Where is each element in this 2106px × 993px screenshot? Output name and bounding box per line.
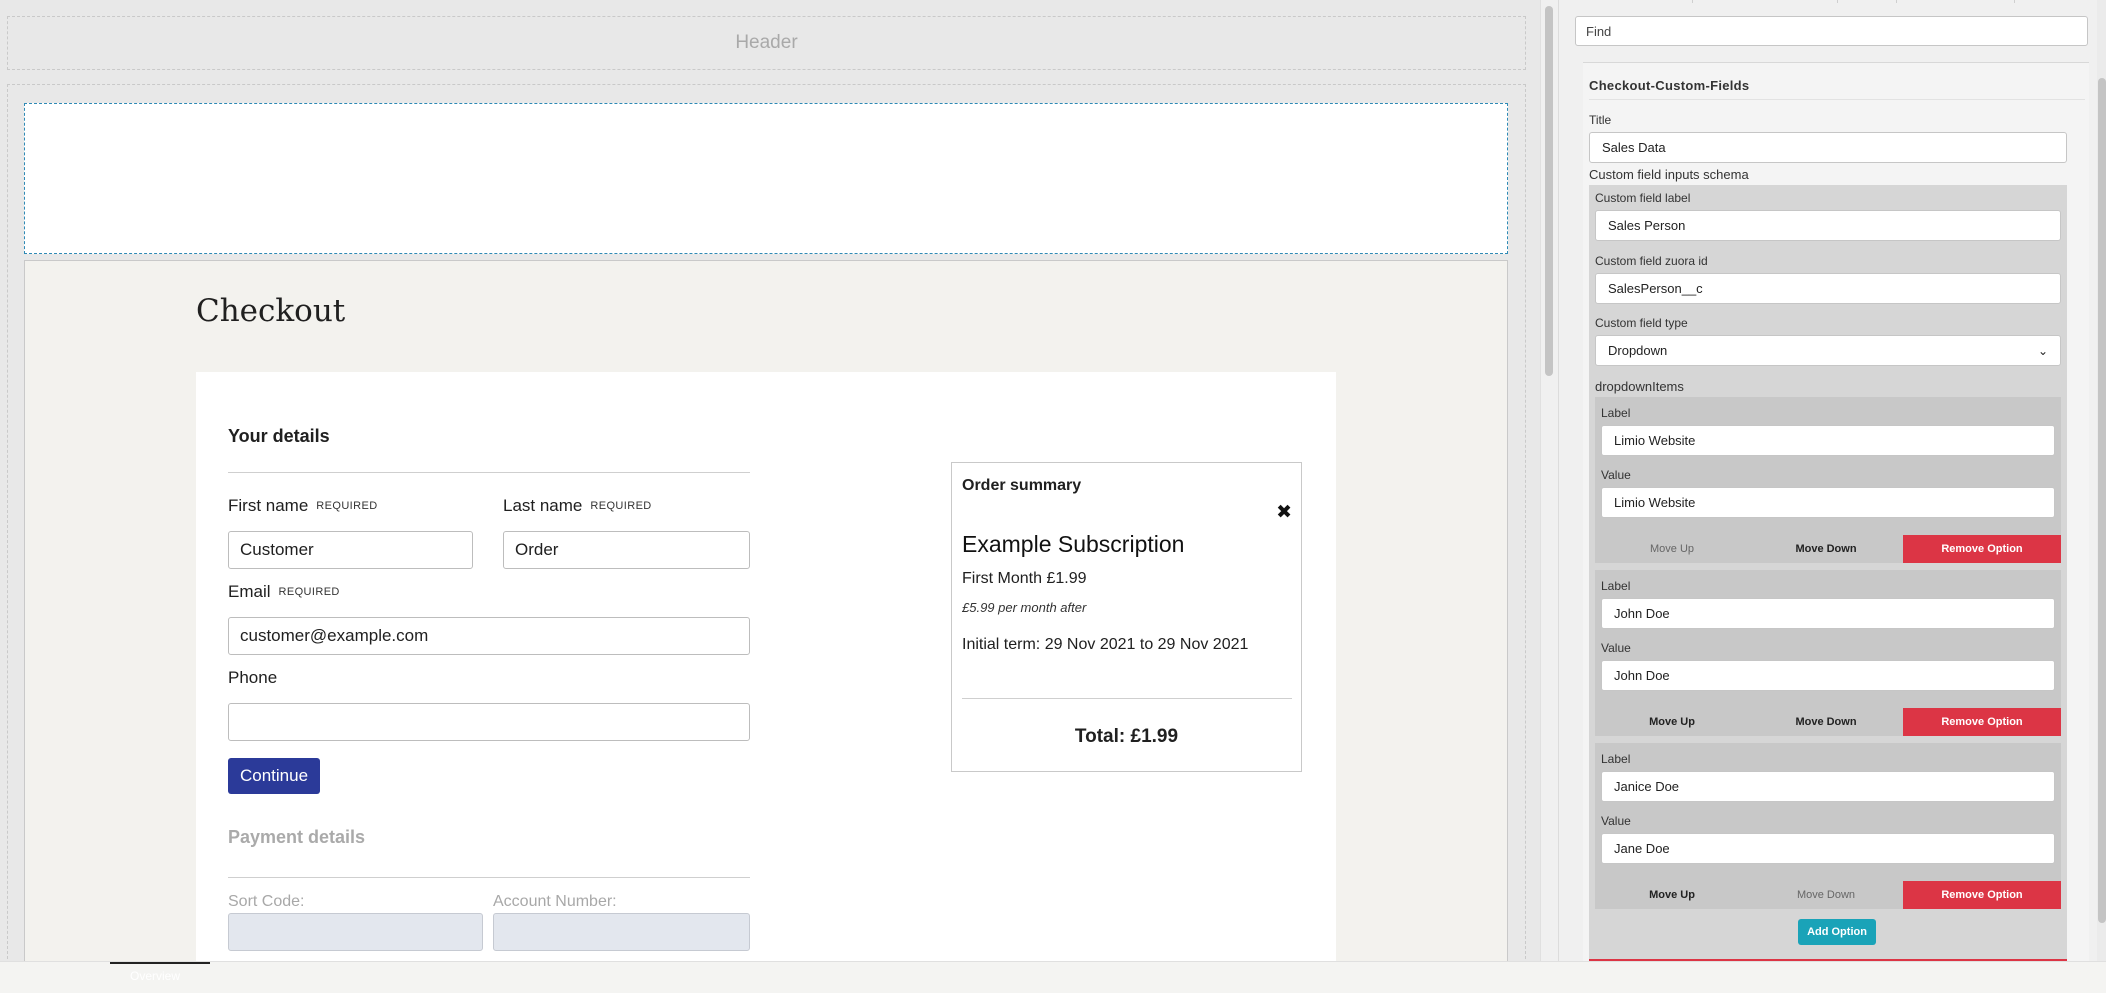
tab-divider [1692, 0, 1693, 3]
move-down-button[interactable]: Move Down [1749, 708, 1903, 736]
tab-divider [1896, 0, 1897, 3]
item-actions: Move Up Move Down Remove Option [1595, 708, 2061, 736]
move-down-button[interactable]: Move Down [1749, 535, 1903, 563]
order-summary: Order summary ✖ Example Subscription Fir… [951, 462, 1302, 772]
email-input[interactable]: customer@example.com [228, 617, 750, 655]
divider [1589, 99, 2085, 100]
item-value-input[interactable]: Limio Website [1601, 487, 2055, 518]
order-summary-title: Order summary [962, 477, 1082, 494]
tab-divider [2014, 0, 2015, 3]
checkout-component[interactable]: Checkout Your details First name REQUIRED… [24, 260, 1508, 965]
panel-scrollbar[interactable] [2097, 0, 2106, 961]
item-value-label: Value [1601, 814, 1631, 828]
field-type-select[interactable]: Dropdown ⌄ [1595, 335, 2061, 366]
divider [962, 698, 1292, 699]
zuora-id-input[interactable]: SalesPerson__c [1595, 273, 2061, 304]
close-icon[interactable]: ✖ [1276, 501, 1292, 524]
last-name-label: Last name REQUIRED [503, 496, 652, 515]
initial-term: Initial term: 29 Nov 2021 to 29 Nov 2021 [962, 636, 1249, 653]
field-type-value: Dropdown [1608, 343, 1668, 358]
properties-panel: Find Checkout-Custom-Fields Title Sales … [1558, 0, 2106, 961]
item-label-label: Label [1601, 752, 1631, 766]
item-actions: Move Up Move Down Remove Option [1595, 535, 2061, 563]
phone-label: Phone [228, 668, 278, 687]
canvas-scroll-thumb[interactable] [1545, 6, 1553, 376]
header-drop-zone[interactable]: Header [7, 16, 1526, 70]
remove-option-button[interactable]: Remove Option [1903, 535, 2061, 563]
remove-option-button[interactable]: Remove Option [1903, 708, 2061, 736]
editor-canvas: Header Checkout Your details First name R… [0, 0, 1540, 965]
dropdown-items-label: dropdownItems [1595, 379, 1684, 394]
account-number-input[interactable] [493, 913, 750, 951]
title-label: Title [1589, 113, 1612, 127]
checkout-title: Checkout [196, 293, 346, 329]
chevron-down-icon: ⌄ [2037, 343, 2048, 358]
first-month-price: First Month £1.99 [962, 570, 1087, 587]
required-tag: REQUIRED [316, 500, 378, 512]
zuora-id-label: Custom field zuora id [1595, 254, 1708, 268]
item-label-input[interactable]: Limio Website [1601, 425, 2055, 456]
panel-tab-strip [1559, 0, 2106, 4]
product-name: Example Subscription [962, 531, 1185, 557]
phone-input[interactable] [228, 703, 750, 741]
bottom-tab-indicator [110, 962, 210, 964]
item-label-input[interactable]: Janice Doe [1601, 771, 2055, 802]
tab-divider [1837, 0, 1838, 3]
remove-option-button[interactable]: Remove Option [1903, 881, 2061, 909]
divider [228, 472, 750, 473]
email-label: Email REQUIRED [228, 582, 340, 601]
divider [228, 877, 750, 878]
your-details-heading: Your details [228, 426, 330, 446]
item-actions: Move Up Move Down Remove Option [1595, 881, 2061, 909]
move-up-button[interactable]: Move Up [1595, 881, 1749, 909]
add-option-button[interactable]: Add Option [1798, 919, 1876, 945]
item-value-input[interactable]: John Doe [1601, 660, 2055, 691]
move-up-button[interactable]: Move Up [1595, 708, 1749, 736]
last-name-input[interactable]: Order [503, 531, 750, 569]
bottom-tab-label[interactable]: Overview [130, 969, 180, 983]
custom-field-schema: Custom field label Sales Person Custom f… [1589, 185, 2067, 961]
required-tag: REQUIRED [590, 500, 652, 512]
header-zone-label: Header [735, 32, 798, 53]
selected-empty-block[interactable] [24, 103, 1508, 254]
item-label-label: Label [1601, 406, 1631, 420]
title-input[interactable]: Sales Data [1589, 132, 2067, 163]
checkout-card: Your details First name REQUIRED Customer… [196, 372, 1336, 964]
sort-code-label: Sort Code: [228, 893, 305, 910]
custom-field-label-label: Custom field label [1595, 191, 1691, 205]
first-name-input[interactable]: Customer [228, 531, 473, 569]
item-value-label: Value [1601, 468, 1631, 482]
order-total: Total: £1.99 [1074, 726, 1179, 747]
bottom-bar: Overview [0, 961, 2106, 993]
item-value-input[interactable]: Jane Doe [1601, 833, 2055, 864]
sort-code-input[interactable] [228, 913, 483, 951]
continue-button[interactable]: Continue [228, 758, 320, 794]
panel-scroll-thumb[interactable] [2098, 78, 2106, 923]
schema-label: Custom field inputs schema [1589, 167, 1749, 182]
component-title: Checkout-Custom-Fields [1589, 78, 1750, 93]
item-value-label: Value [1601, 641, 1631, 655]
first-name-label: First name REQUIRED [228, 496, 378, 515]
remove-field-button[interactable] [1589, 959, 2067, 961]
item-label-input[interactable]: John Doe [1601, 598, 2055, 629]
move-down-button[interactable]: Move Down [1749, 881, 1903, 909]
required-tag: REQUIRED [278, 586, 340, 598]
item-label-label: Label [1601, 579, 1631, 593]
canvas-scrollbar[interactable] [1540, 0, 1558, 961]
payment-details-heading: Payment details [228, 827, 366, 847]
field-type-label: Custom field type [1595, 316, 1688, 330]
component-properties: Checkout-Custom-Fields Title Sales Data … [1583, 62, 2089, 961]
move-up-button[interactable]: Move Up [1595, 535, 1749, 563]
custom-field-label-input[interactable]: Sales Person [1595, 210, 2061, 241]
account-number-label: Account Number: [493, 893, 617, 910]
find-input[interactable]: Find [1575, 16, 2088, 46]
recurring-price: £5.99 per month after [962, 600, 1087, 615]
